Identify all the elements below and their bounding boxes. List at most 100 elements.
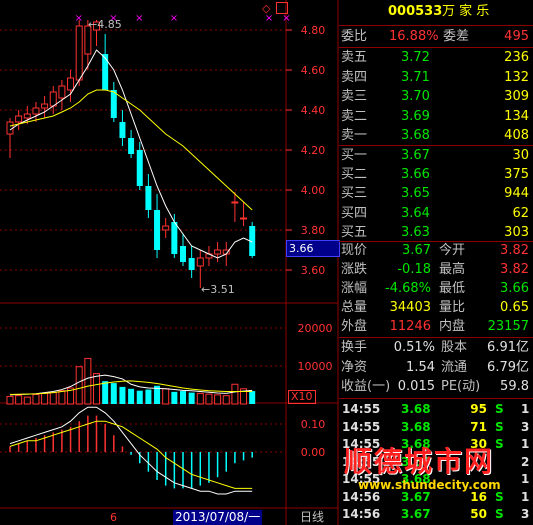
volume-bar	[41, 392, 49, 405]
tick-price: 3.68	[401, 419, 431, 434]
bid-row[interactable]: 买二 3.66 375	[339, 165, 533, 185]
quote-label: 总量	[341, 300, 368, 315]
close-icon[interactable]	[276, 2, 288, 14]
ask-volume: 408	[504, 128, 529, 143]
candle-body	[75, 25, 83, 81]
info-label: 换手	[341, 340, 368, 355]
info-value: 6.91亿	[487, 340, 529, 355]
volume-bar	[231, 383, 239, 405]
quote-label: 今开	[439, 243, 466, 258]
candle-body	[119, 122, 126, 138]
volume-bar	[214, 394, 222, 405]
bid-row[interactable]: 买一 3.67 30	[339, 146, 533, 166]
ask-price: 3.70	[401, 89, 430, 104]
bid-row[interactable]: 买三 3.65 944	[339, 184, 533, 204]
stock-header: 000533 万 家 乐	[339, 2, 533, 22]
volume-bar	[6, 395, 14, 405]
tick-side: S	[495, 507, 504, 521]
period-label[interactable]: 日线	[300, 510, 324, 525]
quote-row: 涨跌 -0.18 最高 3.82	[339, 260, 533, 280]
bid-row[interactable]: 买五 3.63 303	[339, 223, 533, 243]
volume-bar	[15, 395, 23, 405]
quote-label: 量比	[439, 300, 466, 315]
price-tick-label: 4.40	[301, 104, 326, 117]
current-price-marker: 3.66	[286, 240, 340, 257]
quote-value: 3.82	[500, 262, 529, 277]
high-price-note: ←4.85	[88, 18, 122, 31]
ask-label: 卖一	[341, 128, 368, 143]
volume-bar	[188, 392, 195, 404]
volume-bar	[93, 373, 100, 405]
tick-volume: 50	[470, 507, 487, 521]
candle-body	[171, 222, 178, 254]
ask-row[interactable]: 卖一 3.68 408	[339, 126, 533, 146]
ask-row[interactable]: 卖五 3.72 236	[339, 48, 533, 68]
info-value: 6.79亿	[487, 359, 529, 375]
tick-count: 3	[521, 419, 530, 434]
quote-value: -4.68%	[385, 281, 431, 296]
bid-price: 3.64	[401, 205, 430, 221]
watermark: 顺德城市网 www.shundecity.com	[344, 446, 530, 506]
info-row: 换手 0.51% 股本 6.91亿	[339, 338, 533, 358]
volume-unit-label: X10	[288, 390, 316, 404]
ask-volume: 236	[504, 50, 529, 65]
quote-value: 23157	[487, 319, 529, 334]
candle-body	[15, 115, 23, 123]
quote-value: -0.18	[397, 262, 431, 277]
stock-name: 万 家 乐	[442, 4, 490, 19]
low-price-note: ←3.51	[201, 283, 235, 296]
quote-label: 最高	[439, 262, 466, 277]
info-value: 0.51%	[393, 340, 435, 355]
tick-count: 1	[521, 402, 530, 416]
quote-row: 总量 34403 量比 0.65	[339, 298, 533, 318]
quote-label: 内盘	[439, 319, 466, 334]
volume-tick-label: 10000	[298, 360, 333, 373]
info-row: 收益(一) 0.015 PE(动) 59.8	[339, 377, 533, 397]
quote-value: 3.82	[500, 243, 529, 258]
tick-row: 14:55 3.68 95 S 1	[339, 400, 533, 418]
candle-body	[180, 246, 186, 262]
volume-bar	[205, 393, 213, 405]
ask-row[interactable]: 卖四 3.71 132	[339, 68, 533, 88]
tick-side: S	[495, 419, 504, 434]
info-row: 净资 1.54 流通 6.79亿	[339, 358, 533, 378]
ask-row[interactable]: 卖三 3.70 309	[339, 87, 533, 107]
quote-row: 涨幅 -4.68% 最低 3.66	[339, 279, 533, 299]
signal-marker: ×	[135, 13, 143, 24]
volume-bar	[75, 366, 83, 405]
chart-options-icon[interactable]: ◇	[262, 2, 270, 15]
info-label: 净资	[341, 359, 368, 375]
tick-price: 3.67	[401, 507, 431, 521]
quote-value: 0.65	[500, 300, 529, 315]
volume-bar	[180, 391, 186, 404]
candle-body	[41, 103, 49, 109]
price-tick-label: 4.00	[301, 184, 326, 197]
ask-price: 3.72	[401, 50, 430, 65]
quote-label: 外盘	[341, 319, 368, 334]
volume-bar	[110, 383, 117, 404]
candle-body	[49, 91, 57, 107]
quote-value: 34403	[389, 300, 431, 315]
candle-body	[102, 54, 109, 90]
macd-tick-label: 0.00	[301, 446, 326, 459]
tick-count: 3	[521, 507, 530, 521]
bid-price: 3.63	[401, 224, 430, 240]
watermark-url: www.shundecity.com	[358, 478, 501, 492]
tick-time: 14:55	[342, 419, 381, 434]
info-value: 1.54	[406, 359, 435, 375]
price-tick-label: 4.60	[301, 64, 326, 77]
tick-time: 14:56	[342, 507, 381, 521]
volume-bar	[128, 388, 135, 404]
bid-label: 买三	[341, 186, 368, 202]
ask-row[interactable]: 卖二 3.69 134	[339, 107, 533, 127]
ask-price: 3.68	[401, 128, 430, 143]
candle-body	[188, 258, 195, 270]
bid-row[interactable]: 买四 3.64 62	[339, 204, 533, 224]
macd-tick-label: 0.10	[301, 418, 326, 431]
quote-label: 最低	[439, 281, 466, 296]
volume-bar	[23, 396, 31, 405]
bid-volume: 303	[504, 224, 529, 240]
candle-body	[154, 210, 161, 250]
price-tick-label: 3.60	[301, 264, 326, 277]
bid-price: 3.65	[401, 186, 430, 202]
